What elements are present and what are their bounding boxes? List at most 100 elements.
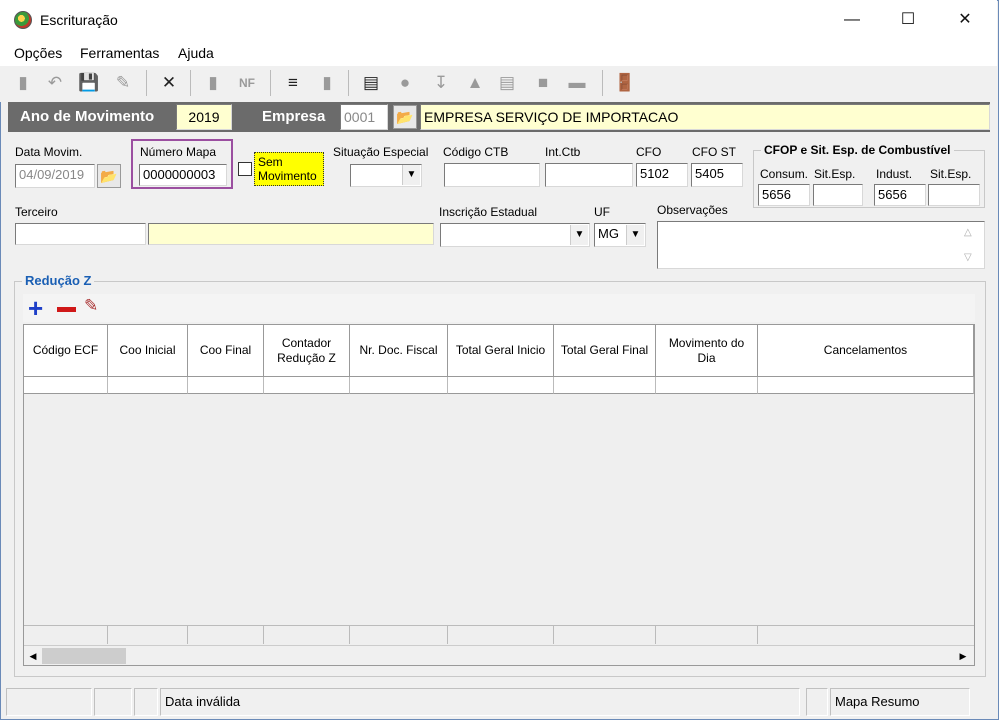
terceiro-name-field[interactable] — [148, 223, 434, 245]
delete-icon[interactable]: ✕ — [158, 72, 180, 94]
sit-esp-1-field[interactable] — [813, 184, 863, 206]
tool-icon[interactable]: ● — [394, 72, 416, 94]
table-cell[interactable] — [188, 377, 264, 394]
toolbar-separator — [146, 70, 147, 96]
ano-movimento-field[interactable]: 2019 — [176, 104, 232, 130]
codigo-ctb-label: Código CTB — [443, 145, 509, 159]
terceiro-label: Terceiro — [15, 205, 58, 219]
toolbar-separator — [602, 70, 603, 96]
col-contador-reducao-z[interactable]: Contador Redução Z — [264, 325, 350, 377]
col-total-geral-inicio[interactable]: Total Geral Inicio — [448, 325, 554, 377]
ano-movimento-label: Ano de Movimento — [20, 108, 155, 125]
sem-movimento-label: Sem Movimento — [254, 152, 324, 186]
status-right-text: Mapa Resumo — [830, 688, 970, 716]
grid-footer-row — [24, 625, 974, 644]
export-icon[interactable]: ▮ — [316, 72, 338, 94]
table-cell[interactable] — [448, 377, 554, 394]
horizontal-scrollbar[interactable]: ◀ ▶ — [24, 645, 974, 665]
sem-movimento-checkbox[interactable] — [238, 162, 252, 176]
observacoes-textarea[interactable] — [657, 221, 985, 269]
col-total-geral-final[interactable]: Total Geral Final — [554, 325, 656, 377]
toolbar-separator — [270, 70, 271, 96]
inscricao-estadual-select[interactable] — [440, 223, 590, 247]
chevron-down-icon[interactable]: ▼ — [402, 165, 420, 185]
menu-ferramentas[interactable]: Ferramentas — [80, 45, 159, 61]
remove-row-minus-icon[interactable] — [57, 307, 76, 312]
numero-mapa-field[interactable]: 0000000003 — [139, 164, 227, 186]
toolbar-separator — [348, 70, 349, 96]
save-icon[interactable]: 💾 — [78, 72, 100, 94]
new-doc-icon[interactable]: ▮ — [12, 72, 34, 94]
table-cell[interactable] — [108, 377, 188, 394]
col-codigo-ecf[interactable]: Código ECF — [24, 325, 108, 377]
empresa-name-field[interactable]: EMPRESA SERVIÇO DE IMPORTACAO — [420, 104, 990, 130]
numero-mapa-label: Número Mapa — [140, 145, 217, 159]
close-button[interactable]: ✕ — [953, 10, 977, 30]
chevron-down-icon[interactable]: ▼ — [626, 225, 644, 245]
users-icon[interactable]: ▲ — [464, 72, 486, 94]
scroll-up-icon[interactable]: △ — [964, 227, 972, 238]
toolbar-separator — [190, 70, 191, 96]
scroll-down-icon[interactable]: ▽ — [964, 252, 972, 263]
consum-label: Consum. — [760, 167, 809, 181]
combustivel-title: CFOP e Sit. Esp. de Combustível — [761, 143, 954, 157]
dash-icon[interactable]: ▬ — [566, 72, 588, 94]
terceiro-code-field[interactable] — [15, 223, 146, 245]
window-title: Escrituração — [40, 12, 118, 28]
sit-esp-2-field[interactable] — [928, 184, 980, 206]
consum-field[interactable]: 5656 — [758, 184, 810, 206]
add-row-plus-icon[interactable]: + — [28, 294, 43, 322]
undo-icon[interactable]: ↶ — [44, 72, 66, 94]
col-nr-doc-fiscal[interactable]: Nr. Doc. Fiscal — [350, 325, 448, 377]
minimize-button[interactable]: — — [840, 10, 864, 30]
chevron-down-icon[interactable]: ▼ — [570, 225, 588, 245]
cfo-field[interactable]: 5102 — [636, 163, 688, 187]
empresa-code-field[interactable]: 0001 — [340, 104, 388, 130]
codigo-ctb-field[interactable] — [444, 163, 540, 187]
table-cell[interactable] — [656, 377, 758, 394]
report-icon[interactable]: ▤ — [360, 72, 382, 94]
scrollbar-thumb[interactable] — [42, 648, 126, 664]
table-cell[interactable] — [264, 377, 350, 394]
col-movimento-do-dia[interactable]: Movimento do Dia — [656, 325, 758, 377]
empresa-label: Empresa — [262, 108, 326, 125]
situacao-especial-label: Situação Especial — [333, 145, 429, 159]
block-icon[interactable]: ■ — [532, 72, 554, 94]
document-icon[interactable]: ▮ — [202, 72, 224, 94]
menu-opcoes[interactable]: Opções — [14, 45, 62, 61]
scroll-right-icon[interactable]: ▶ — [956, 648, 970, 664]
grid-toolbar — [23, 294, 975, 322]
table-cell[interactable] — [758, 377, 974, 394]
tree-list-icon[interactable]: ≡ — [282, 72, 304, 94]
col-coo-inicial[interactable]: Coo Inicial — [108, 325, 188, 377]
empresa-lookup-folder-icon[interactable]: 📂 — [393, 105, 417, 129]
col-cancelamentos[interactable]: Cancelamentos — [758, 325, 974, 377]
calendar-folder-icon[interactable]: 📂 — [97, 164, 121, 188]
status-panel-2 — [94, 688, 132, 716]
exit-door-icon[interactable]: 🚪 — [614, 72, 636, 94]
cfo-st-field[interactable]: 5405 — [691, 163, 743, 187]
col-coo-final[interactable]: Coo Final — [188, 325, 264, 377]
cfo-label: CFO — [636, 145, 662, 159]
edit-row-pencil-icon[interactable]: ✎ — [84, 296, 98, 316]
maximize-button[interactable]: ☐ — [896, 10, 920, 30]
sem-movimento-label-line1: Sem — [258, 155, 283, 169]
status-message: Data inválida — [160, 688, 800, 716]
reducao-z-grid: Código ECF Coo Inicial Coo Final Contado… — [23, 324, 975, 666]
status-panel-5 — [806, 688, 828, 716]
table-cell[interactable] — [350, 377, 448, 394]
menu-ajuda[interactable]: Ajuda — [178, 45, 214, 61]
data-movim-field[interactable]: 04/09/2019 — [15, 164, 95, 188]
status-panel-3 — [134, 688, 158, 716]
columns-icon[interactable]: ▤ — [496, 72, 518, 94]
table-cell[interactable] — [24, 377, 108, 394]
indust-field[interactable]: 5656 — [874, 184, 926, 206]
table-cell[interactable] — [554, 377, 656, 394]
brush-icon[interactable]: ✎ — [112, 72, 134, 94]
scroll-left-icon[interactable]: ◀ — [26, 648, 40, 664]
sit-esp-2-label: Sit.Esp. — [930, 167, 972, 181]
download-icon[interactable]: ↧ — [430, 72, 452, 94]
nfe-icon[interactable]: NF — [236, 72, 258, 94]
inscricao-estadual-label: Inscrição Estadual — [439, 205, 538, 219]
int-ctb-field[interactable] — [545, 163, 633, 187]
